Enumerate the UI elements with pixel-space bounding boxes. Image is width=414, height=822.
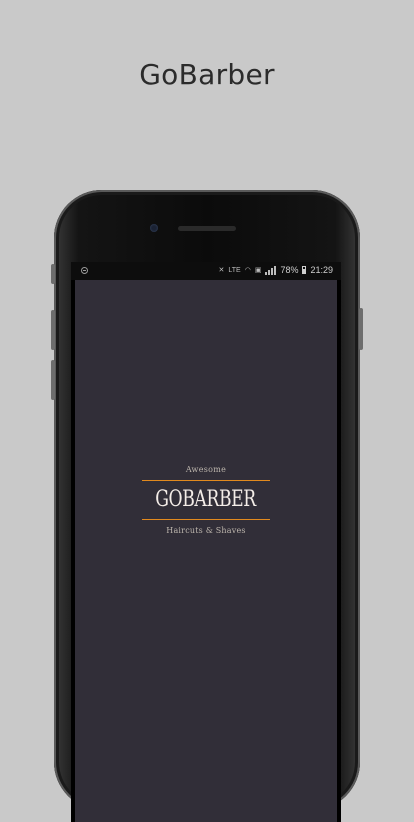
mute-icon: ✕	[218, 267, 225, 274]
sim-icon: ▣	[254, 267, 262, 274]
status-bar-right: ✕ LTE ◠ ▣ 78% 21:29	[219, 265, 333, 275]
wifi-icon: ◠	[244, 267, 251, 274]
clock: 21:29	[310, 265, 333, 275]
lte-icon: LTE	[228, 266, 241, 274]
power-button	[359, 308, 363, 350]
phone-screen: ✕ LTE ◠ ▣ 78% 21:29 Awesome GOBARBER Hai…	[71, 262, 341, 822]
earpiece-speaker	[178, 226, 236, 231]
volume-up-button	[51, 310, 55, 350]
logo-divider-top	[142, 480, 270, 481]
volume-down-button	[51, 360, 55, 400]
front-camera	[150, 224, 158, 232]
battery-percent: 78%	[280, 265, 299, 275]
mute-switch	[51, 264, 55, 284]
status-bar: ✕ LTE ◠ ▣ 78% 21:29	[71, 262, 341, 280]
logo-tagline-top: Awesome	[185, 465, 227, 474]
page-title: GoBarber	[139, 58, 275, 91]
logo-wordmark: GOBARBER	[136, 487, 276, 513]
logo-tagline-bottom: Haircuts & Shaves	[166, 526, 246, 535]
phone-mockup: ✕ LTE ◠ ▣ 78% 21:29 Awesome GOBARBER Hai…	[51, 190, 363, 822]
splash-screen: Awesome GOBARBER Haircuts & Shaves	[75, 280, 337, 822]
battery-icon	[302, 266, 307, 274]
gobarber-logo: Awesome GOBARBER Haircuts & Shaves	[136, 465, 276, 555]
logo-main-text: GOBARBER	[155, 487, 257, 512]
signal-strength-icon	[265, 265, 277, 275]
logo-divider-bottom	[142, 519, 270, 520]
do-not-disturb-icon	[81, 267, 88, 274]
